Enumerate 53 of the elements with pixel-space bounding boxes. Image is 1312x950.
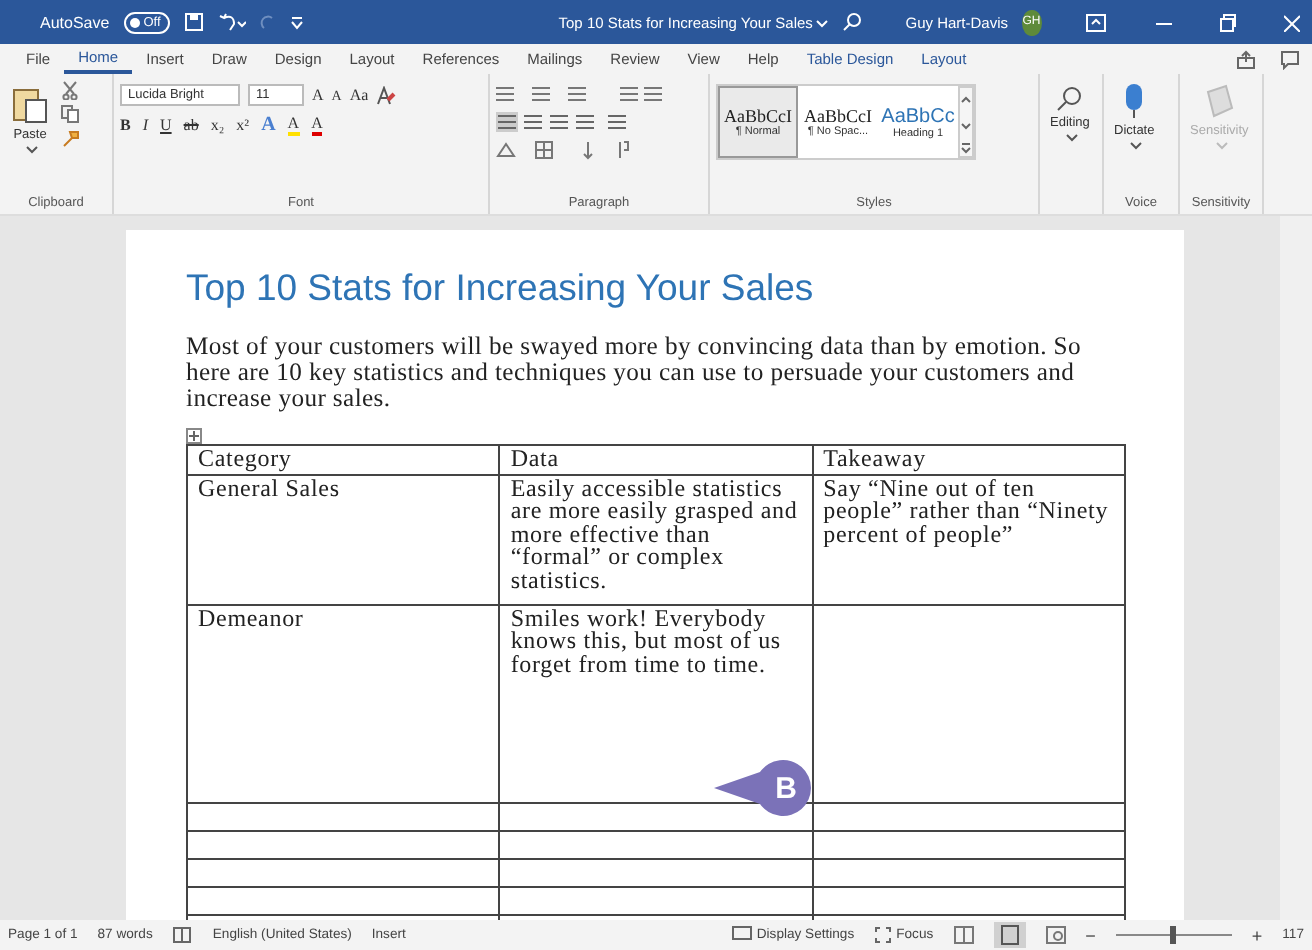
clipboard-icon [10, 84, 50, 124]
column-header: Takeaway [812, 445, 1125, 475]
autosave-label: AutoSave [40, 13, 110, 31]
cut-icon[interactable] [60, 80, 80, 100]
restore-icon[interactable] [1219, 13, 1236, 31]
proofing-icon[interactable] [172, 926, 193, 944]
zoom-in-button[interactable]: + [1251, 925, 1263, 945]
caret-icon[interactable] [1065, 134, 1078, 142]
search-icon [1055, 84, 1084, 112]
share-icon[interactable] [1236, 49, 1256, 69]
focus-icon [874, 926, 893, 944]
body-paragraph: Most of your customers will be swayed more by convincing data than by emotion. So here are 10 key statistics and techniques you can use to persuade your customers and increase your sales. [186, 334, 1083, 412]
document-heading: Top 10 Stats for Increasing Your Sales [186, 266, 816, 310]
save-icon[interactable] [184, 12, 205, 32]
text-effects-button[interactable]: A [261, 114, 276, 136]
read-mode-icon[interactable] [953, 926, 974, 944]
close-icon[interactable] [1284, 13, 1300, 31]
gallery-scroll-icon[interactable] [958, 86, 974, 158]
zoom-out-button[interactable]: − [1085, 925, 1096, 945]
table-cell: Easily accessible statistics are more easily grasped and more effective than “formal” or complex statistics. [499, 474, 813, 605]
label-tag-icon [1203, 84, 1236, 120]
ribbon-display-icon[interactable] [1086, 13, 1107, 31]
bold-button[interactable]: B [120, 116, 131, 134]
subscript-button[interactable]: x₂ [210, 116, 225, 134]
table-move-handle-icon[interactable] [186, 428, 202, 444]
microphone-icon [1122, 84, 1147, 120]
underline-button[interactable]: U [160, 116, 172, 134]
change-case-button[interactable]: Aa [349, 86, 369, 104]
zoom-slider-thumb[interactable] [1170, 926, 1177, 944]
format-painter-icon[interactable] [60, 128, 80, 148]
caret-icon[interactable] [26, 146, 38, 154]
clear-formatting-icon[interactable] [376, 85, 397, 105]
customize-caret-icon[interactable] [290, 12, 305, 32]
caret-icon[interactable] [1130, 142, 1143, 150]
undo-icon[interactable] [218, 12, 247, 32]
highlight-button[interactable]: A [287, 114, 300, 136]
font-color-button[interactable]: A [311, 114, 323, 136]
superscript-button[interactable]: x² [236, 116, 250, 134]
monitor-icon [732, 926, 753, 944]
strikethrough-button[interactable]: ab [183, 116, 199, 134]
callout-badge: B [712, 758, 816, 818]
grow-font-button[interactable]: A [312, 86, 324, 104]
table-cell: General Sales [187, 474, 500, 605]
table-cell: Demeanor [187, 604, 500, 803]
search-icon[interactable] [842, 12, 863, 32]
column-header: Data [499, 445, 813, 475]
web-layout-icon[interactable] [1045, 926, 1066, 944]
copy-icon[interactable] [60, 104, 80, 124]
italic-button[interactable]: I [142, 116, 149, 134]
comments-icon[interactable] [1280, 49, 1300, 69]
table-cell: Say “Nine out of ten people” rather than “Ninety percent of people” [812, 474, 1125, 605]
print-layout-icon[interactable] [993, 922, 1026, 948]
column-header: Category [187, 445, 500, 475]
